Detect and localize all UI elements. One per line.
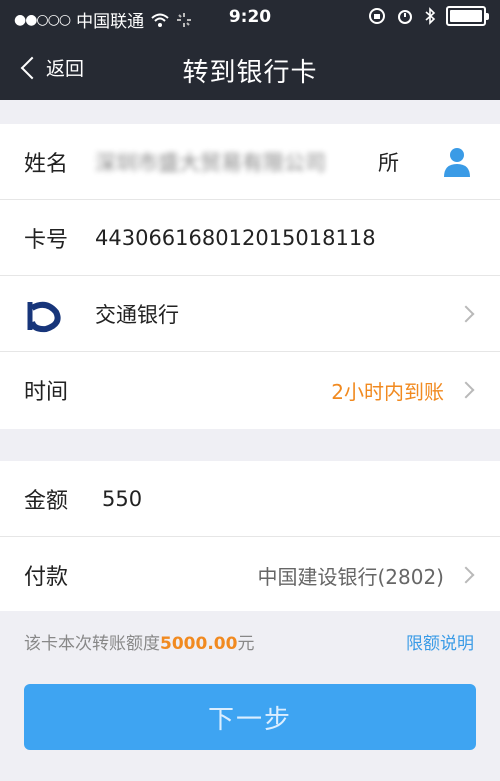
card-number-row[interactable]: 卡号 4430661680120150181​18 bbox=[0, 200, 500, 276]
chevron-right-icon bbox=[457, 381, 475, 399]
bluetooth-icon bbox=[425, 7, 436, 25]
name-label: 姓名 bbox=[24, 151, 69, 177]
pay-label: 付款 bbox=[24, 565, 69, 590]
alarm-icon bbox=[398, 10, 412, 24]
limit-note-suffix: 元 bbox=[237, 633, 255, 654]
next-step-button[interactable]: 下一步 bbox=[24, 684, 476, 750]
name-value-blurred: 深圳市盛大贸易有限公司 bbox=[95, 150, 326, 175]
recipient-section: 姓名 深圳市盛大贸易有限公司 所 卡号 4430661680120150181​… bbox=[0, 124, 500, 429]
time-value: 2小时内到账 bbox=[331, 379, 444, 404]
page-title: 转到银行卡 bbox=[182, 58, 318, 88]
amount-input[interactable]: 550 bbox=[102, 487, 142, 511]
name-row[interactable]: 姓名 深圳市盛大贸易有限公司 所 bbox=[0, 124, 500, 200]
pay-method-row[interactable]: 付款 中国建设银行(2802) bbox=[0, 537, 500, 613]
limit-note-row: 该卡本次转账额度5000.00元 限额说明 bbox=[0, 620, 500, 662]
bank-row[interactable]: 交通银行 bbox=[0, 276, 500, 352]
orientation-lock-icon bbox=[369, 8, 385, 24]
status-bar: ●●○○○ 中国联通 9:20 bbox=[0, 0, 500, 36]
payment-section: 金额 550 付款 中国建设银行(2802) bbox=[0, 461, 500, 611]
time-row[interactable]: 时间 2小时内到账 bbox=[0, 352, 500, 428]
battery-icon bbox=[446, 6, 489, 26]
limit-note-prefix: 该卡本次转账额度 bbox=[24, 633, 160, 654]
navigation-bar: 返回 转到银行卡 bbox=[0, 36, 500, 100]
name-value[interactable]: 深圳市盛大贸易有限公司 bbox=[95, 147, 326, 177]
limit-amount: 5000.00 bbox=[160, 633, 238, 654]
card-number-value[interactable]: 4430661680120150181​18 bbox=[95, 226, 376, 250]
amount-label: 金额 bbox=[24, 488, 69, 514]
pay-method-value: 中国建设银行(2802) bbox=[257, 564, 444, 589]
limit-note: 该卡本次转账额度5000.00元 bbox=[24, 629, 254, 654]
contact-person-icon[interactable] bbox=[442, 146, 472, 178]
card-label: 卡号 bbox=[24, 227, 69, 253]
amount-row[interactable]: 金额 550 bbox=[0, 461, 500, 537]
name-value-suffix: 所 bbox=[378, 150, 399, 175]
bank-name: 交通银行 bbox=[95, 302, 179, 327]
bank-logo-icon bbox=[27, 301, 61, 333]
limit-info-link[interactable]: 限额说明 bbox=[406, 629, 474, 654]
chevron-right-icon bbox=[457, 566, 475, 584]
time-label: 时间 bbox=[24, 380, 69, 405]
chevron-right-icon bbox=[457, 305, 475, 323]
